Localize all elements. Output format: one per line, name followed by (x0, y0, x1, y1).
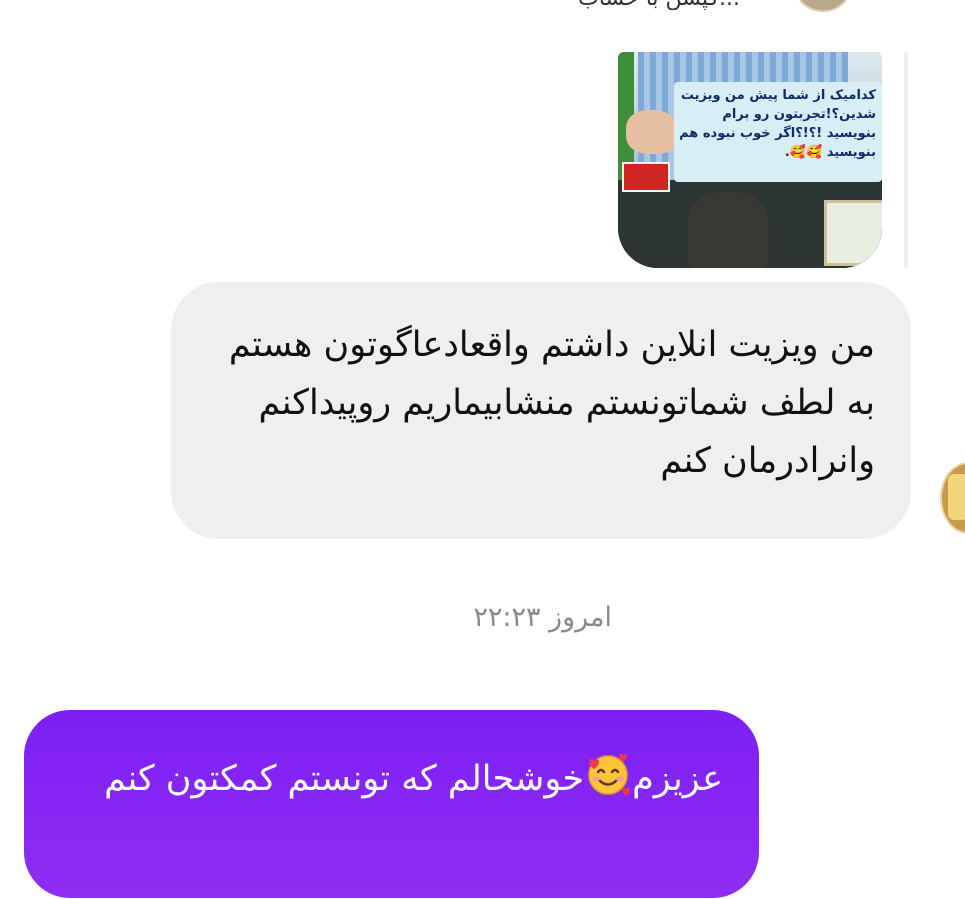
message-timestamp: امروز ۲۲:۲۳ (473, 602, 612, 633)
preview-hand (626, 110, 680, 154)
preview-card-text: کدامیک از شما پیش من ویزیت شدین؟!تجربتون… (679, 88, 876, 160)
outgoing-text-start: عزیزم (632, 759, 723, 799)
preview-reflection (688, 192, 768, 268)
preview-edge (904, 52, 908, 268)
sender-avatar[interactable] (940, 462, 965, 534)
previous-message-partial: ...کپشن با حساب (490, 0, 740, 10)
shared-post-preview[interactable]: کدامیک از شما پیش من ویزیت شدین؟!تجربتون… (618, 52, 882, 268)
preview-picture-frame (824, 200, 882, 266)
incoming-message-bubble[interactable]: من ویزیت انلاین داشتم واقعادعاگوتون هستم… (171, 282, 911, 539)
smiling-face-with-hearts-icon (588, 753, 631, 796)
preview-red-box (622, 162, 670, 192)
chat-thread: ...کپشن با حساب کدامیک از شما پیش من ویز… (0, 0, 965, 899)
previous-avatar[interactable] (795, 0, 851, 12)
outgoing-message-bubble[interactable]: عزیزم خوشحالم که تونستم کمکتون کنم (24, 710, 759, 898)
avatar-image (948, 474, 965, 520)
outgoing-text-end: خوشحالم که تونستم کمکتون کنم (104, 759, 585, 799)
incoming-message-text: من ویزیت انلاین داشتم واقعادعاگوتون هستم… (228, 325, 875, 481)
